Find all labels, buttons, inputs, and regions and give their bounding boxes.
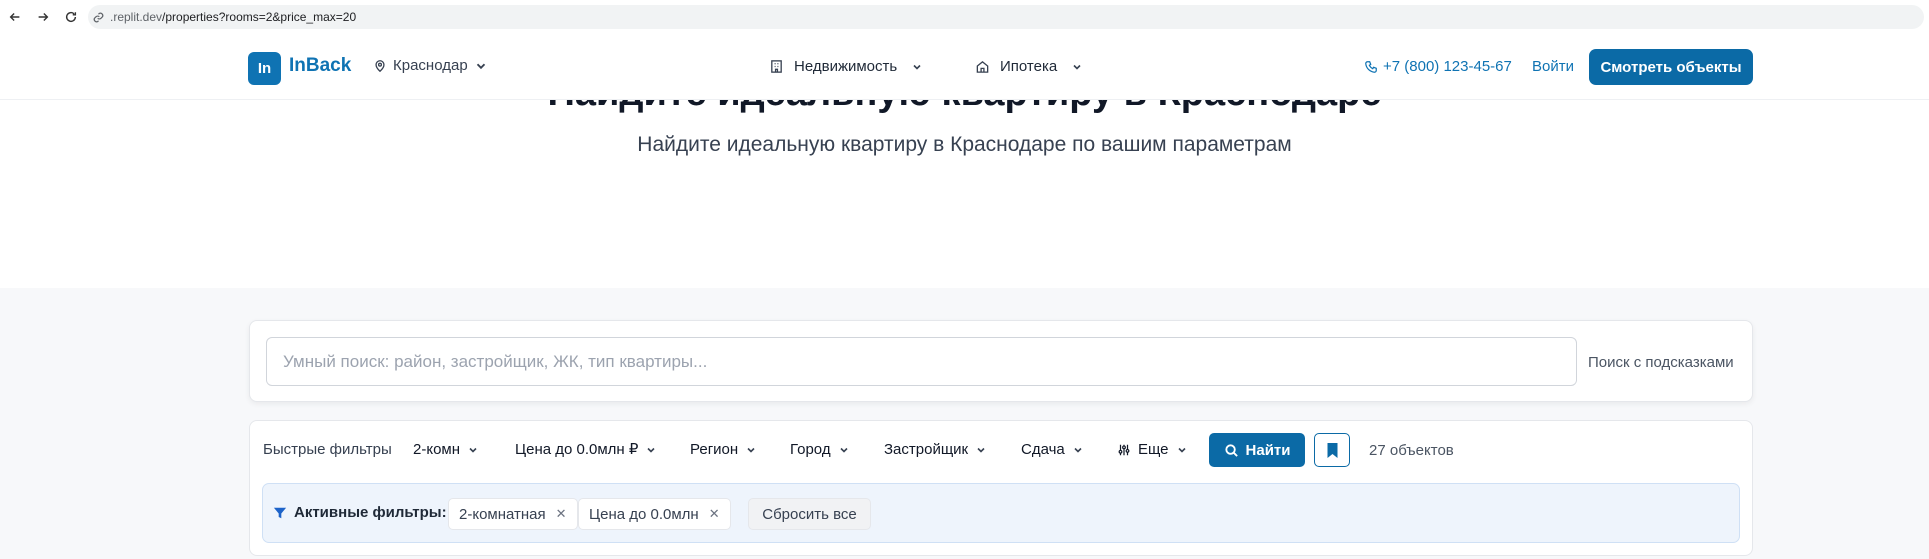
results-count: 27 объектов (1369, 442, 1454, 459)
city-dropdown[interactable]: Город (790, 441, 850, 459)
active-filters-label: Активные фильтры: (294, 504, 447, 521)
menu-mortgage[interactable]: Ипотека (975, 58, 1083, 75)
chevron-down-icon (977, 447, 985, 453)
reload-icon[interactable] (57, 3, 85, 31)
find-button[interactable]: Найти (1209, 433, 1305, 467)
completion-dropdown[interactable]: Сдача (1021, 441, 1084, 459)
sliders-icon (1118, 444, 1130, 456)
city-selector[interactable]: Краснодар (373, 57, 488, 74)
forward-icon[interactable] (29, 3, 57, 31)
building-icon (771, 60, 782, 73)
active-filters-heading: Активные фильтры: (273, 504, 447, 521)
menu-real-estate[interactable]: Недвижимость (769, 58, 923, 75)
filter-chip[interactable]: 2-комнатная ✕ (448, 498, 578, 530)
chevron-down-icon (1177, 447, 1186, 453)
close-icon[interactable]: ✕ (556, 506, 567, 522)
hero-subtitle: Найдите идеальную квартиру в Краснодаре … (637, 133, 1292, 156)
reset-filters-button[interactable]: Сбросить все (748, 498, 871, 530)
quick-filters-label: Быстрые фильтры (263, 441, 392, 458)
city-label: Краснодар (393, 57, 468, 74)
chevron-down-icon (1073, 64, 1081, 70)
rooms-dropdown[interactable]: 2-комн (413, 441, 479, 459)
active-filters-bar: Активные фильтры: 2-комнатная ✕ Цена до … (262, 483, 1740, 543)
smart-search-input[interactable] (266, 337, 1577, 386)
region-dropdown[interactable]: Регион (690, 441, 757, 459)
location-pin-icon (375, 59, 385, 72)
menu-mortgage-label: Ипотека (1000, 58, 1058, 75)
site-header: In InBack Краснодар Недвижимость Ипотека… (0, 34, 1929, 100)
city-dropdown-label: Город (790, 441, 831, 458)
chevron-down-icon (469, 447, 477, 453)
filter-chip-label: Цена до 0.0млн (589, 505, 699, 523)
region-dropdown-label: Регион (690, 441, 739, 458)
smart-search-panel: Поиск с подсказками (249, 320, 1753, 402)
more-filters-label: Еще (1138, 441, 1169, 458)
search-hint[interactable]: Поиск с подсказками (1588, 354, 1734, 371)
completion-dropdown-label: Сдача (1021, 441, 1065, 458)
chevron-down-icon (1074, 447, 1082, 453)
address-bar[interactable]: .replit.dev/properties?rooms=2&price_max… (88, 5, 1924, 29)
phone-icon (1365, 60, 1377, 73)
developer-dropdown[interactable]: Застройщик (884, 441, 987, 459)
hero-section: Найдите идеальную квартиру в Краснодаре … (0, 100, 1929, 288)
price-dropdown-label: Цена до 0.0млн ₽ (515, 441, 639, 458)
logo-text[interactable]: InBack (289, 55, 351, 77)
close-icon[interactable]: ✕ (709, 506, 720, 522)
filters-panel: Быстрые фильтры 2-комн Цена до 0.0млн ₽ … (249, 420, 1753, 556)
developer-dropdown-label: Застройщик (884, 441, 969, 458)
find-button-label: Найти (1245, 441, 1291, 459)
filter-chip[interactable]: Цена до 0.0млн ✕ (578, 498, 731, 530)
chevron-down-icon (840, 447, 848, 453)
phone-number: +7 (800) 123-45-67 (1383, 58, 1512, 75)
more-filters-dropdown[interactable]: Еще (1117, 441, 1188, 459)
save-search-button[interactable] (1314, 433, 1350, 467)
login-link[interactable]: Войти (1532, 58, 1574, 75)
price-dropdown[interactable]: Цена до 0.0млн ₽ (515, 441, 657, 459)
hero-title: Найдите идеальную квартиру в Краснодаре (0, 100, 1929, 115)
phone-link[interactable]: +7 (800) 123-45-67 (1364, 58, 1512, 75)
menu-real-estate-label: Недвижимость (794, 58, 898, 75)
bookmark-icon (1327, 442, 1337, 458)
filter-chip-label: 2-комнатная (459, 505, 546, 523)
link-icon (92, 10, 106, 24)
filter-funnel-icon (273, 507, 287, 518)
url-host: .replit.dev (110, 10, 163, 24)
search-icon (1224, 443, 1238, 457)
logo-mark[interactable]: In (248, 52, 281, 85)
view-properties-button[interactable]: Смотреть объекты (1589, 49, 1753, 85)
browser-toolbar: .replit.dev/properties?rooms=2&price_max… (0, 0, 1929, 34)
home-icon (976, 60, 989, 73)
chevron-down-icon (647, 447, 655, 453)
back-icon[interactable] (1, 3, 29, 31)
url-path: /properties?rooms=2&price_max=20 (162, 10, 357, 24)
chevron-down-icon (913, 64, 921, 70)
rooms-dropdown-label: 2-комн (413, 441, 461, 458)
chevron-down-icon (476, 63, 485, 69)
chevron-down-icon (747, 447, 755, 453)
